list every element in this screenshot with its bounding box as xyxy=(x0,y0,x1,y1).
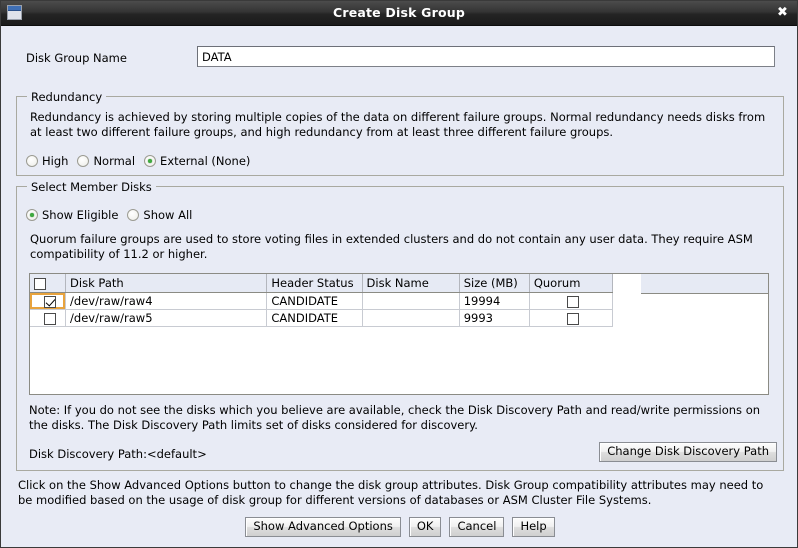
disk-group-name-input[interactable] xyxy=(197,46,775,67)
window-icon xyxy=(7,5,22,20)
disk-discovery-path-value: Disk Discovery Path:<default> xyxy=(29,447,207,461)
select-all-checkbox-icon[interactable] xyxy=(34,277,46,290)
cell-header-status: CANDIDATE xyxy=(266,292,363,310)
column-quorum[interactable]: Quorum xyxy=(529,274,614,293)
table-row[interactable]: /dev/raw/raw5 CANDIDATE 9993 xyxy=(30,309,614,327)
cell-header-status: CANDIDATE xyxy=(266,309,363,327)
cancel-button[interactable]: Cancel xyxy=(449,517,505,537)
column-disk-path[interactable]: Disk Path xyxy=(65,274,268,293)
radio-show-eligible[interactable]: Show Eligible xyxy=(26,208,118,222)
column-size-mb[interactable]: Size (MB) xyxy=(459,274,530,293)
table-row[interactable]: /dev/raw/raw4 CANDIDATE 19994 xyxy=(30,292,614,310)
cell-disk-path: /dev/raw/raw4 xyxy=(65,292,268,310)
radio-redundancy-normal[interactable]: Normal xyxy=(77,154,135,168)
column-select-all[interactable] xyxy=(30,274,67,293)
cell-size-mb: 9993 xyxy=(459,309,530,327)
disk-group-name-label: Disk Group Name xyxy=(26,51,127,65)
row-select-cell[interactable] xyxy=(30,309,67,327)
radio-label: Show All xyxy=(143,208,193,222)
quorum-description: Quorum failure groups are used to store … xyxy=(30,232,753,261)
footer-description: Click on the Show Advanced Options butto… xyxy=(18,478,764,507)
radio-selected-icon xyxy=(144,155,157,167)
radio-icon xyxy=(26,155,38,167)
redundancy-legend: Redundancy xyxy=(27,90,107,104)
column-disk-name[interactable]: Disk Name xyxy=(362,274,460,293)
radio-icon xyxy=(77,155,90,167)
radio-label: Normal xyxy=(93,154,136,168)
cell-disk-name xyxy=(362,309,460,327)
cell-disk-name xyxy=(362,292,460,310)
column-header-status[interactable]: Header Status xyxy=(266,274,363,293)
quorum-checkbox-icon[interactable] xyxy=(566,312,579,325)
radio-label: High xyxy=(42,154,69,168)
disk-discovery-note: Note: If you do not see the disks which … xyxy=(29,403,761,432)
quorum-checkbox-icon[interactable] xyxy=(566,295,579,308)
row-checkbox-checked-icon[interactable] xyxy=(43,295,56,308)
radio-label: External (None) xyxy=(160,154,251,168)
row-checkbox-icon[interactable] xyxy=(43,312,56,325)
dialog-content: Disk Group Name Redundancy Redundancy is… xyxy=(1,26,797,547)
window-icon-titlestrip xyxy=(8,6,21,11)
member-disks-table-container[interactable]: Disk Path Header Status Disk Name Size (… xyxy=(29,273,769,395)
cell-disk-path: /dev/raw/raw5 xyxy=(65,309,268,327)
radio-redundancy-external[interactable]: External (None) xyxy=(144,154,250,168)
redundancy-description: Redundancy is achieved by storing multip… xyxy=(30,110,766,139)
cell-quorum[interactable] xyxy=(529,292,614,310)
radio-selected-icon xyxy=(26,209,38,221)
help-button[interactable]: Help xyxy=(512,517,555,537)
close-icon[interactable]: ✖ xyxy=(773,4,792,22)
select-member-disks-legend: Select Member Disks xyxy=(27,180,156,194)
cell-quorum[interactable] xyxy=(529,309,614,327)
change-disk-discovery-path-button[interactable]: Change Disk Discovery Path xyxy=(599,442,777,462)
dialog-button-bar: Show Advanced Options OK Cancel Help xyxy=(1,517,797,537)
title-bar: Create Disk Group ✖ xyxy=(1,1,797,26)
create-disk-group-dialog: Create Disk Group ✖ Disk Group Name Redu… xyxy=(0,0,798,548)
ok-button[interactable]: OK xyxy=(408,517,442,537)
member-disks-table: Disk Path Header Status Disk Name Size (… xyxy=(30,274,614,327)
disk-filter-radio-group: Show Eligible Show All xyxy=(26,208,201,222)
radio-redundancy-high[interactable]: High xyxy=(26,154,68,168)
radio-show-all[interactable]: Show All xyxy=(127,208,192,222)
radio-label: Show Eligible xyxy=(42,208,119,222)
row-select-cell[interactable] xyxy=(30,292,67,310)
radio-icon xyxy=(127,209,140,221)
show-advanced-options-button[interactable]: Show Advanced Options xyxy=(245,517,401,537)
cell-size-mb: 19994 xyxy=(459,292,530,310)
disk-group-name-row: Disk Group Name xyxy=(1,46,797,72)
window-title: Create Disk Group xyxy=(332,5,466,20)
table-header-row: Disk Path Header Status Disk Name Size (… xyxy=(30,274,614,293)
redundancy-radio-group: High Normal External (None) xyxy=(26,154,259,168)
table-header-filler xyxy=(641,274,768,294)
